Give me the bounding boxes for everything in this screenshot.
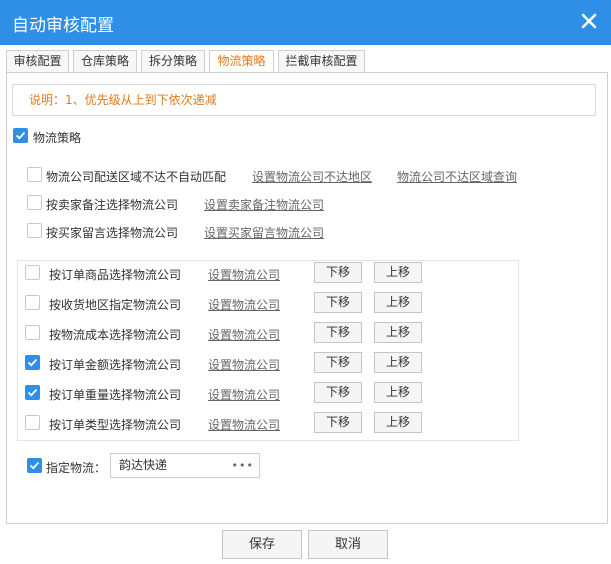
designated-logistics-checkbox[interactable] xyxy=(27,458,42,473)
logistics-strategy-label: 物流策略 xyxy=(33,131,82,145)
checkmark-icon xyxy=(27,358,38,367)
rule-label: 按收货地区指定物流公司 xyxy=(49,298,182,312)
rule-checkbox[interactable] xyxy=(25,355,40,370)
set-logistics-company-link[interactable]: 设置物流公司 xyxy=(208,326,280,343)
move-down-button[interactable]: 下移 xyxy=(314,412,362,433)
move-down-button[interactable]: 下移 xyxy=(314,352,362,373)
checkmark-icon xyxy=(29,461,40,470)
rule-checkbox[interactable] xyxy=(25,295,40,310)
rule-checkbox[interactable] xyxy=(25,325,40,340)
logistics-strategy-checkbox[interactable] xyxy=(13,128,28,143)
move-up-button[interactable]: 上移 xyxy=(374,412,422,433)
ellipsis-icon[interactable]: ••• xyxy=(232,454,254,477)
close-icon[interactable] xyxy=(577,9,601,33)
designated-logistics-value: 韵达快递 xyxy=(119,458,168,472)
move-up-button[interactable]: 上移 xyxy=(374,382,422,403)
set-logistics-company-link[interactable]: 设置物流公司 xyxy=(208,386,280,403)
designated-logistics-label: 指定物流： xyxy=(46,461,107,475)
option-checkbox-region[interactable] xyxy=(27,167,42,182)
set-logistics-company-link[interactable]: 设置物流公司 xyxy=(208,266,280,283)
move-down-button[interactable]: 下移 xyxy=(314,262,362,283)
tab-audit-config[interactable]: 审核配置 xyxy=(6,50,69,73)
tab-warehouse-strategy[interactable]: 仓库策略 xyxy=(73,50,137,73)
priority-note: 说明：1、优先级从上到下依次递减 xyxy=(12,84,596,116)
rule-checkbox[interactable] xyxy=(25,385,40,400)
dialog-footer: 保存 取消 xyxy=(0,524,611,564)
logistics-strategy-panel: 说明：1、优先级从上到下依次递减 物流策略 物流公司配送区域不达不自动匹配 设置… xyxy=(6,72,608,524)
option-label-seller-note: 按卖家备注选择物流公司 xyxy=(46,198,179,212)
move-up-button[interactable]: 上移 xyxy=(374,352,422,373)
set-unreachable-region-link[interactable]: 设置物流公司不达地区 xyxy=(252,168,372,185)
query-unreachable-region-link[interactable]: 物流公司不达区域查询 xyxy=(397,168,517,185)
move-up-button[interactable]: 上移 xyxy=(374,262,422,283)
move-down-button[interactable]: 下移 xyxy=(314,322,362,343)
dialog-title-bar: 自动审核配置 xyxy=(0,0,611,45)
rule-label: 按物流成本选择物流公司 xyxy=(49,328,182,342)
save-button[interactable]: 保存 xyxy=(222,530,302,559)
option-label-buyer-message: 按买家留言选择物流公司 xyxy=(46,226,179,240)
priority-rules-group: 按订单商品选择物流公司 设置物流公司 下移 上移 按收货地区指定物流公司 设置物… xyxy=(17,260,519,441)
checkmark-icon xyxy=(27,388,38,397)
tab-logistics-strategy[interactable]: 物流策略 xyxy=(209,50,274,73)
designated-logistics-field[interactable]: 韵达快递 ••• xyxy=(110,453,260,478)
dialog-title: 自动审核配置 xyxy=(12,16,114,36)
rule-checkbox[interactable] xyxy=(25,415,40,430)
checkmark-icon xyxy=(15,131,26,140)
rule-label: 按订单类型选择物流公司 xyxy=(49,418,182,432)
option-checkbox-buyer-message[interactable] xyxy=(27,223,42,238)
move-down-button[interactable]: 下移 xyxy=(314,382,362,403)
tab-intercept-audit-config[interactable]: 拦截审核配置 xyxy=(278,50,365,73)
move-up-button[interactable]: 上移 xyxy=(374,292,422,313)
option-checkbox-seller-note[interactable] xyxy=(27,195,42,210)
rule-label: 按订单金额选择物流公司 xyxy=(49,358,182,372)
rule-label: 按订单重量选择物流公司 xyxy=(49,388,182,402)
set-logistics-company-link[interactable]: 设置物流公司 xyxy=(208,416,280,433)
tab-split-strategy[interactable]: 拆分策略 xyxy=(141,50,205,73)
cancel-button[interactable]: 取消 xyxy=(308,530,388,559)
move-down-button[interactable]: 下移 xyxy=(314,292,362,313)
set-seller-note-link[interactable]: 设置卖家备注物流公司 xyxy=(204,196,324,213)
set-logistics-company-link[interactable]: 设置物流公司 xyxy=(208,356,280,373)
rule-label: 按订单商品选择物流公司 xyxy=(49,268,182,282)
set-buyer-message-link[interactable]: 设置买家留言物流公司 xyxy=(204,224,324,241)
option-label-region: 物流公司配送区域不达不自动匹配 xyxy=(46,170,227,184)
move-up-button[interactable]: 上移 xyxy=(374,322,422,343)
rule-checkbox[interactable] xyxy=(25,265,40,280)
set-logistics-company-link[interactable]: 设置物流公司 xyxy=(208,296,280,313)
